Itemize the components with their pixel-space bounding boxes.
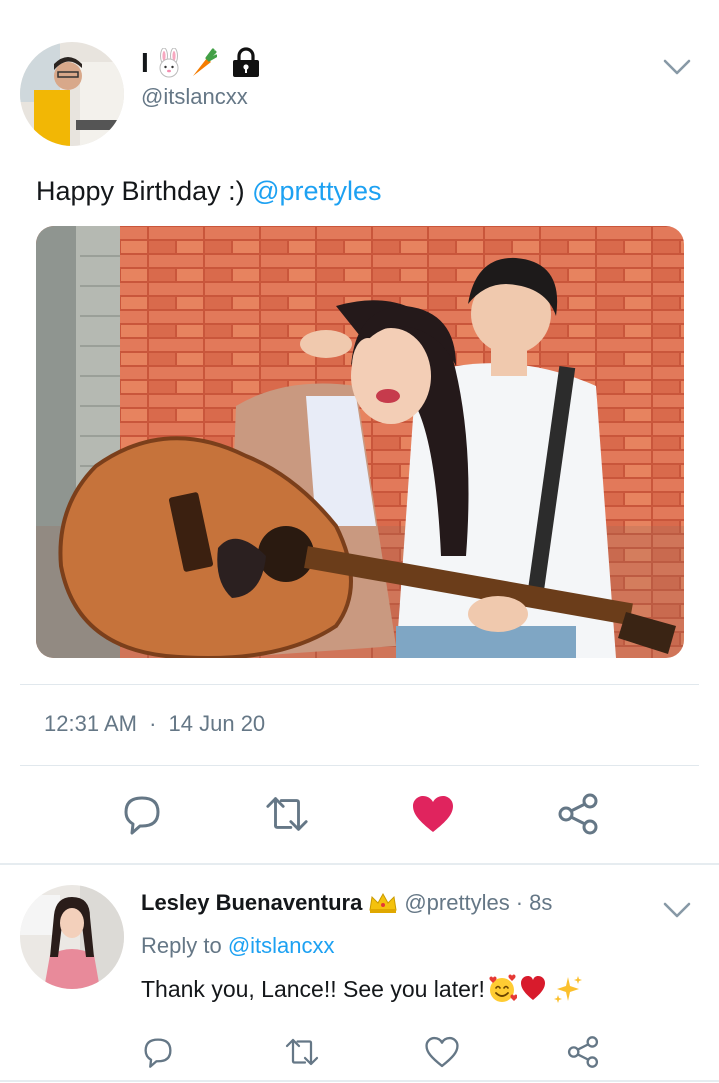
reply-author-handle[interactable]: @prettyles — [404, 890, 509, 916]
tweet-text-body: Happy Birthday :) — [36, 176, 253, 206]
reply-to-handle-link[interactable]: @itslancxx — [228, 933, 335, 958]
like-icon — [425, 1036, 459, 1068]
reply-header: Lesley Buenaventura @prettyles · 8s — [141, 890, 552, 916]
author-handle[interactable]: @itslancxx — [141, 84, 248, 110]
reply-icon — [144, 1038, 172, 1068]
lock-icon — [232, 47, 259, 77]
reply-button[interactable] — [119, 791, 165, 837]
chevron-down-icon[interactable] — [663, 900, 691, 920]
author-avatar[interactable] — [20, 42, 124, 146]
section-divider — [0, 1080, 719, 1082]
heart-icon — [520, 976, 545, 1000]
like-button[interactable] — [410, 791, 456, 837]
timestamp-separator: · — [149, 711, 157, 736]
reply-text: Thank you, Lance!! See you later! — [141, 974, 583, 1004]
retweet-button[interactable] — [264, 791, 310, 837]
retweet-icon — [285, 1038, 319, 1066]
reply-icon — [124, 796, 160, 835]
reply-to-prefix: Reply to — [141, 933, 228, 958]
tweet-photo[interactable] — [36, 226, 684, 658]
author-display-name[interactable]: I — [141, 46, 263, 80]
smiling-face-with-hearts-icon — [489, 974, 517, 1002]
reply-reply-button[interactable] — [140, 1034, 176, 1070]
rabbit-icon — [159, 48, 179, 78]
reply-age: 8s — [529, 890, 553, 915]
divider — [20, 684, 699, 685]
chevron-down-icon[interactable] — [663, 57, 691, 77]
reply-text-body: Thank you, Lance!! See you later! — [141, 975, 485, 1002]
reply-retweet-button[interactable] — [284, 1034, 320, 1070]
share-icon — [558, 793, 598, 835]
retweet-icon — [266, 797, 308, 831]
reply-share-button[interactable] — [565, 1034, 601, 1070]
author-name-text: I — [141, 47, 149, 78]
tweet-mention-link[interactable]: @prettyles — [252, 176, 381, 206]
section-divider — [0, 863, 719, 865]
crown-icon — [369, 892, 397, 913]
share-icon — [567, 1036, 599, 1068]
sparkles-icon — [553, 976, 582, 1003]
reply-to-line: Reply to @itslancxx — [141, 933, 335, 959]
header-separator: · — [515, 890, 524, 915]
tweet-text: Happy Birthday :) @prettyles — [36, 176, 382, 207]
reply-like-button[interactable] — [424, 1034, 460, 1070]
tweet-date: 14 Jun 20 — [168, 711, 266, 736]
reply-author-name[interactable]: Lesley Buenaventura — [141, 890, 362, 916]
like-icon — [413, 796, 453, 832]
reply-author-avatar[interactable] — [20, 885, 124, 989]
share-button[interactable] — [555, 791, 601, 837]
tweet-time: 12:31 AM — [44, 711, 137, 736]
carrot-icon — [192, 48, 217, 76]
tweet-timestamp[interactable]: 12:31 AM · 14 Jun 20 — [44, 711, 265, 737]
divider — [20, 765, 699, 766]
